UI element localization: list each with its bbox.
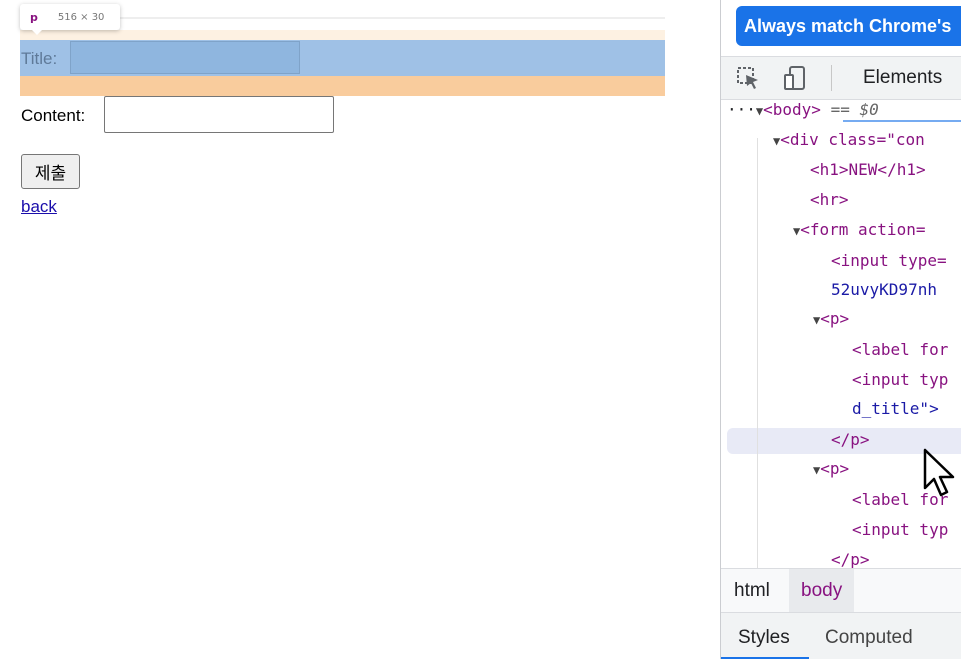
breadcrumb-body-item[interactable]: body xyxy=(789,569,854,613)
dom-node-label[interactable]: <label for xyxy=(852,339,948,361)
tab-elements[interactable]: Elements xyxy=(863,67,942,89)
tooltip-tag: p xyxy=(30,10,38,24)
inspect-element-icon[interactable] xyxy=(735,65,763,91)
title-input[interactable] xyxy=(70,41,300,74)
dom-node-p[interactable]: ▼<p> xyxy=(813,308,849,330)
dom-text: <p> xyxy=(820,459,850,478)
tab-computed[interactable]: Computed xyxy=(825,627,913,649)
submit-button[interactable]: 제출 xyxy=(21,154,80,189)
breadcrumb-body: body xyxy=(801,580,843,601)
dom-text: </p> xyxy=(831,430,870,449)
dom-text: <hr> xyxy=(810,190,849,209)
devtools-toolbar: Elements xyxy=(721,56,961,100)
dom-node-div[interactable]: ▼<div class="con xyxy=(773,129,925,151)
tooltip-arrow xyxy=(32,30,42,35)
margin-overlay-top xyxy=(20,30,665,40)
dom-text: <div class="con xyxy=(780,130,925,149)
back-link[interactable]: back xyxy=(21,197,57,217)
tab-styles[interactable]: Styles xyxy=(738,627,790,649)
title-label: Title: xyxy=(21,49,58,68)
dom-attr-continuation[interactable]: d_title"> xyxy=(852,398,939,420)
content-label: Content: xyxy=(21,106,86,125)
dom-text: <form action= xyxy=(800,220,926,239)
inspect-tooltip: p 516 × 30 xyxy=(20,4,120,35)
tooltip-size: 516 × 30 xyxy=(57,11,105,23)
dom-text: 52uvyKD97nh xyxy=(831,280,937,299)
dom-text: <h1>NEW</h1> xyxy=(810,160,926,179)
dom-node-p-close[interactable]: </p> xyxy=(831,429,870,451)
dom-text: <label for xyxy=(852,340,949,359)
dom-node-input[interactable]: <input typ xyxy=(852,369,948,391)
mouse-cursor-icon xyxy=(922,448,958,504)
device-toolbar-icon[interactable] xyxy=(781,65,809,91)
dom-node-p[interactable]: ▼<p> xyxy=(813,458,849,480)
margin-overlay-bottom xyxy=(20,76,665,96)
dom-node-body[interactable]: ···▼<body> == $0 xyxy=(727,99,879,121)
dom-text: d_title"> xyxy=(852,399,939,418)
dom-attr-continuation[interactable]: 52uvyKD97nh xyxy=(831,279,937,301)
dom-node-input-hidden[interactable]: <input type= xyxy=(831,250,947,272)
dom-node-input[interactable]: <input typ xyxy=(852,519,948,541)
indent-guide xyxy=(757,138,758,568)
dom-node-hr[interactable]: <hr> xyxy=(810,189,849,211)
breadcrumb-html[interactable]: html xyxy=(734,580,770,602)
dom-text: </p> xyxy=(831,550,870,568)
page-preview: p 516 × 30 Title: Content: 제출 back xyxy=(0,0,720,659)
dom-node-p-close[interactable]: </p> xyxy=(831,549,870,568)
dom-text: <input typ xyxy=(852,520,949,539)
dom-text: <body> xyxy=(763,100,821,119)
dom-node-form[interactable]: ▼<form action= xyxy=(793,219,925,241)
dom-text: <input typ xyxy=(852,370,949,389)
breadcrumb: html body xyxy=(721,568,961,613)
ellipsis-icon[interactable]: ··· xyxy=(727,100,756,119)
toolbar-separator xyxy=(831,65,832,91)
styles-tabbar: Styles Computed xyxy=(721,612,961,659)
content-input[interactable] xyxy=(104,96,334,133)
dom-text: == $0 xyxy=(820,100,879,119)
language-banner-button[interactable]: Always match Chrome's xyxy=(736,6,961,46)
dom-text: <p> xyxy=(820,309,850,328)
devtools-panel: Always match Chrome's Elements ···▼<body… xyxy=(721,0,961,659)
dom-text: <input type= xyxy=(831,251,947,270)
dom-node-h1[interactable]: <h1>NEW</h1> xyxy=(810,159,926,181)
